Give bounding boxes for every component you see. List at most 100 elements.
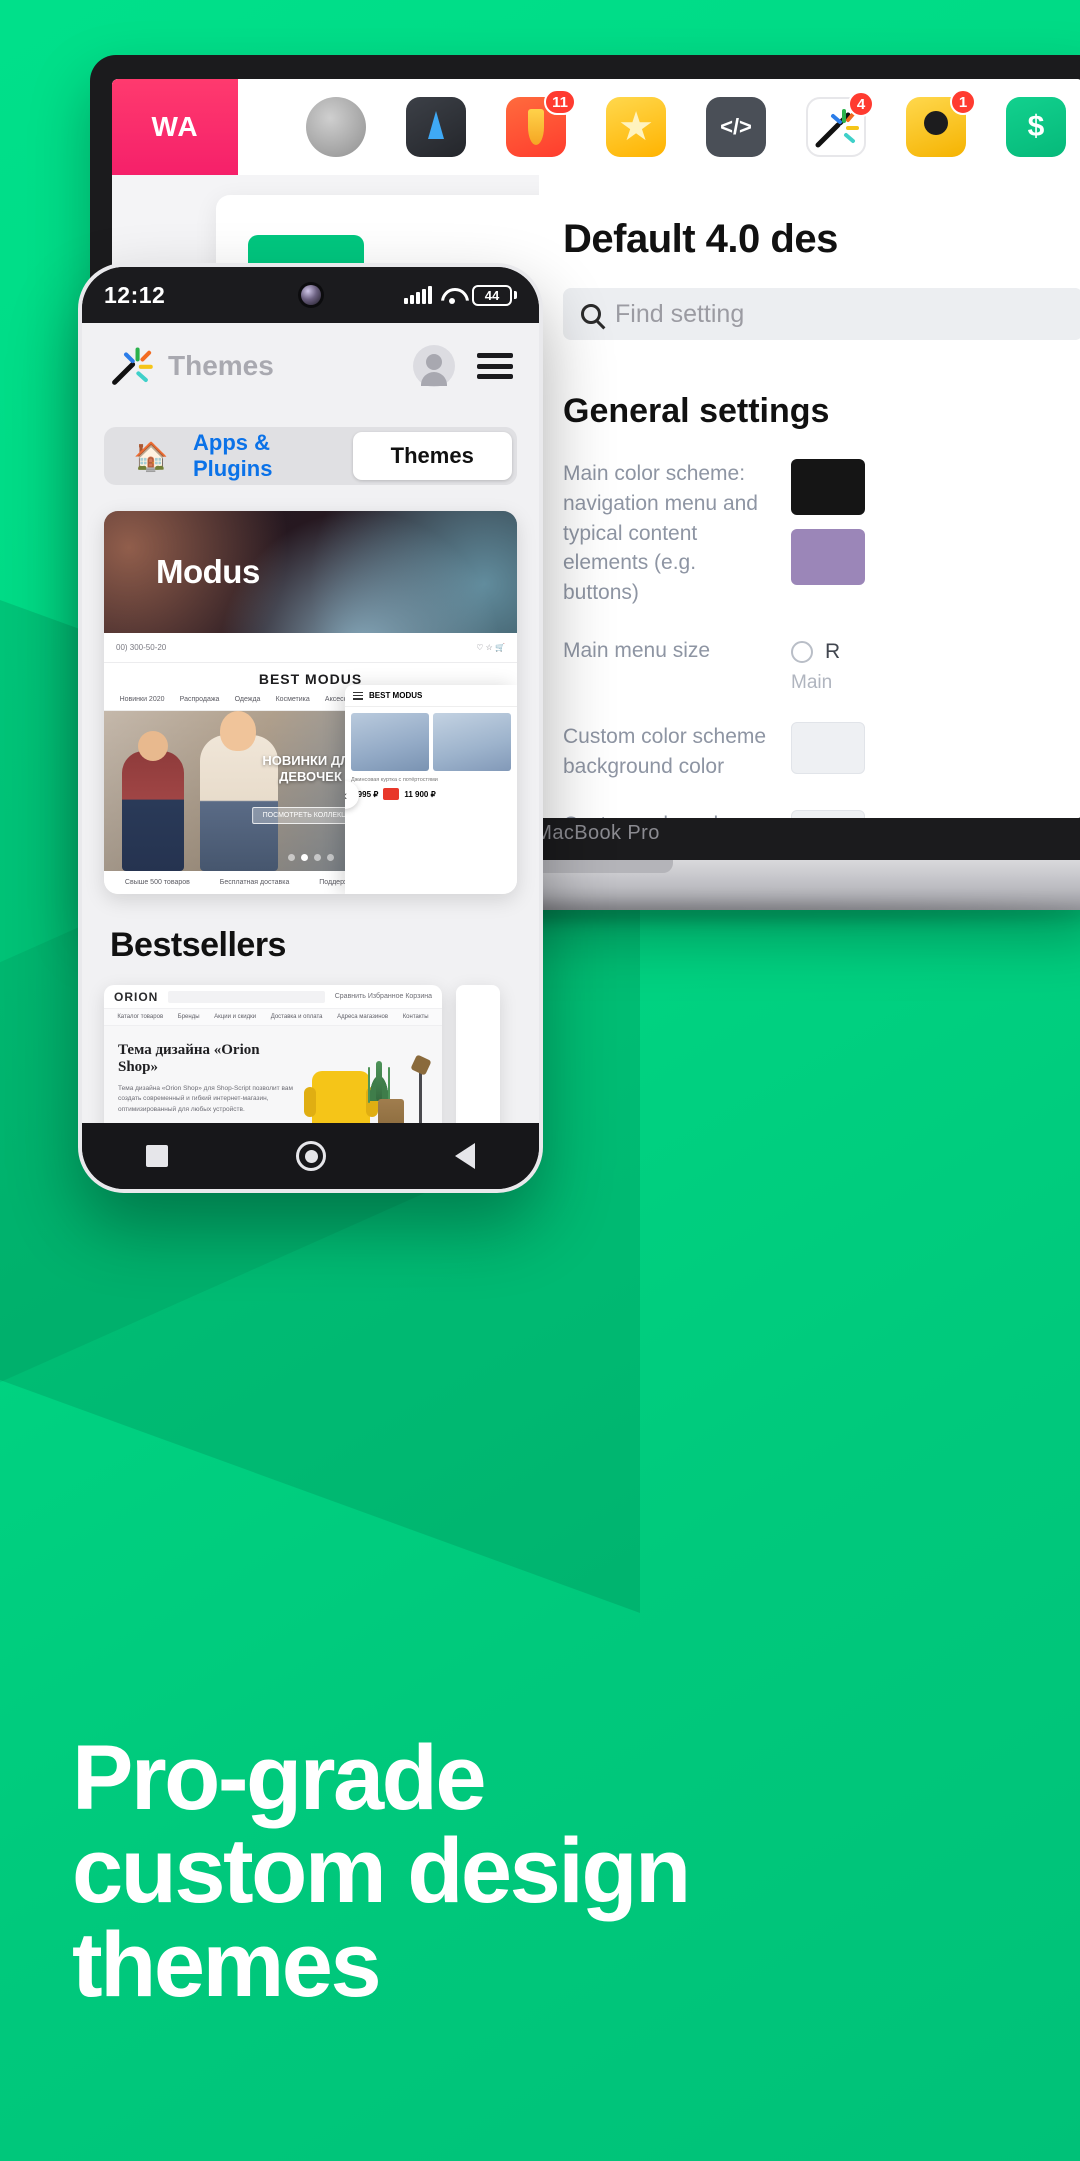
orion-nav-item[interactable]: Доставка и оплата bbox=[271, 1014, 323, 1020]
dollar-icon[interactable]: $ bbox=[1006, 97, 1066, 157]
phone-mockup: 12:12 44 Themes 🏠 Apps & Plugins Themes … bbox=[78, 263, 543, 1193]
tab-apps-plugins[interactable]: Apps & Plugins bbox=[193, 430, 353, 481]
shop-top-icons: ♡ ☆ 🛒 bbox=[476, 643, 505, 652]
magic-wand-icon-badge: 4 bbox=[848, 91, 874, 117]
status-icon-group: 44 bbox=[404, 284, 517, 306]
setting-row-main-color-scheme: Main color scheme: navigation menu and t… bbox=[563, 459, 1080, 608]
hamburger-menu-icon[interactable] bbox=[477, 353, 513, 379]
orion-topbar-links: Сравнить Избранное Корзина bbox=[335, 993, 432, 1000]
orion-hero-text: Тема дизайна «Orion Shop» Тема дизайна «… bbox=[118, 1042, 300, 1123]
cart-icon[interactable] bbox=[383, 788, 400, 801]
overlay-product-image[interactable] bbox=[351, 713, 429, 771]
shop-phone: 00) 300-50-20 bbox=[116, 643, 167, 652]
wifi-icon bbox=[441, 286, 463, 304]
setting-label: Custom color scheme background color bbox=[563, 725, 767, 778]
orion-link-compare[interactable]: Сравнить bbox=[335, 993, 366, 1000]
find-setting-placeholder: Find setting bbox=[615, 299, 745, 328]
star-icon[interactable] bbox=[606, 97, 666, 157]
app-icon-list: 11 </> 4 1 bbox=[238, 89, 1066, 157]
orion-topbar: ORION Сравнить Избранное Корзина bbox=[104, 985, 442, 1009]
magic-wand-icon bbox=[108, 343, 154, 389]
theme-overlay-card: BEST MODUS Джинсовая куртка с потёртостя… bbox=[345, 685, 517, 894]
setting-row-custom-text-color: Custom color scheme text color bbox=[563, 809, 1080, 818]
magic-wand-icon[interactable]: 4 bbox=[806, 91, 874, 157]
phone-status-bar: 12:12 44 bbox=[82, 267, 539, 323]
setting-label: Main color scheme: navigation menu and t… bbox=[563, 462, 758, 605]
code-icon[interactable]: </> bbox=[706, 97, 766, 157]
gear-icon[interactable] bbox=[306, 97, 366, 157]
app-header: Themes bbox=[82, 323, 539, 409]
orion-nav-item[interactable]: Акции и скидки bbox=[214, 1014, 256, 1020]
drill-icon[interactable]: 11 bbox=[506, 89, 576, 157]
hexagon-icon-badge: 1 bbox=[950, 89, 976, 115]
orion-nav: Каталог товаров Бренды Акции и скидки До… bbox=[104, 1009, 442, 1026]
laptop-base-notch bbox=[522, 860, 673, 873]
theme-card-orion[interactable]: ORION Сравнить Избранное Корзина Каталог… bbox=[104, 985, 442, 1123]
banner-carousel-dots[interactable] bbox=[287, 854, 334, 861]
orion-nav-item[interactable]: Бренды bbox=[178, 1014, 200, 1020]
front-camera-icon bbox=[300, 285, 321, 305]
status-time: 12:12 bbox=[104, 281, 166, 308]
orion-link-cart[interactable]: Корзина bbox=[405, 993, 432, 1000]
shop-nav-item[interactable]: Одежда bbox=[235, 696, 261, 703]
shop-topline: 00) 300-50-20 ♡ ☆ 🛒 bbox=[104, 633, 517, 663]
marketing-headline: Pro-grade custom design themes bbox=[72, 1726, 972, 2017]
tab-home[interactable]: 🏠 bbox=[109, 432, 193, 480]
theme-card-next[interactable] bbox=[456, 985, 500, 1123]
orion-hero-title: Тема дизайна «Orion Shop» bbox=[118, 1042, 260, 1075]
general-settings-heading: General settings bbox=[563, 392, 830, 430]
setting-row-custom-bg-color: Custom color scheme background color bbox=[563, 722, 1080, 782]
circle-home-icon[interactable] bbox=[296, 1141, 327, 1171]
overlay-product-image[interactable] bbox=[433, 713, 511, 771]
orion-hero-description: Тема дизайна «Orion Shop» для Shop-Scrip… bbox=[118, 1085, 293, 1113]
shop-feature: Свыше 500 товаров bbox=[124, 879, 190, 886]
custom-text-color-swatch[interactable] bbox=[791, 809, 865, 818]
phone-navigation-bar bbox=[82, 1123, 539, 1189]
find-setting-input[interactable]: Find setting bbox=[563, 288, 1080, 340]
custom-bg-color-swatch[interactable] bbox=[791, 722, 865, 775]
overlay-product-price: 3 995 ₽ 11 900 ₽ bbox=[345, 784, 517, 804]
settings-panel: Default 4.0 des Find setting General set… bbox=[539, 175, 1080, 818]
overlay-product-title: Джинсовая куртка с потёртостями bbox=[351, 777, 438, 783]
main-menu-size-hint: Main bbox=[791, 672, 833, 694]
orion-search-input[interactable] bbox=[168, 990, 325, 1003]
shop-nav-item[interactable]: Косметика bbox=[276, 696, 310, 703]
account-avatar-icon[interactable] bbox=[413, 345, 455, 387]
overlay-title: BEST MODUS bbox=[369, 691, 423, 700]
theme-title: Modus bbox=[156, 553, 260, 590]
shop-nav-item[interactable]: Распродажа bbox=[180, 696, 220, 703]
color-swatch-primary[interactable] bbox=[791, 459, 865, 515]
overlay-product-grid bbox=[345, 707, 517, 777]
model-photo-left bbox=[122, 731, 184, 871]
headline-line-1: Pro-grade bbox=[72, 1726, 487, 1829]
settings-title: Default 4.0 des bbox=[563, 217, 838, 261]
theme-card-modus[interactable]: Modus 00) 300-50-20 ♡ ☆ 🛒 BEST MODUS Нов… bbox=[104, 511, 517, 894]
headline-line-3: themes bbox=[72, 1914, 382, 2017]
radio-option[interactable]: R bbox=[791, 640, 840, 664]
color-swatch-group bbox=[791, 459, 865, 585]
orion-nav-item[interactable]: Каталог товаров bbox=[117, 1014, 163, 1020]
shop-nav-item[interactable]: Новинки 2020 bbox=[120, 696, 165, 703]
color-swatch-secondary[interactable] bbox=[791, 529, 865, 585]
price-secondary: 11 900 ₽ bbox=[404, 789, 436, 799]
orion-nav-item[interactable]: Адреса магазинов bbox=[337, 1014, 388, 1020]
compass-icon[interactable] bbox=[406, 97, 466, 157]
square-recents-icon[interactable] bbox=[146, 1145, 169, 1167]
orion-link-favorites[interactable]: Избранное bbox=[368, 993, 403, 1000]
bestsellers-row: ORION Сравнить Избранное Корзина Каталог… bbox=[82, 985, 539, 1123]
hexagon-icon[interactable]: 1 bbox=[906, 89, 976, 157]
main-menu-size-options: R Main bbox=[791, 636, 840, 694]
setting-row-main-menu-size: Main menu size R Main bbox=[563, 636, 1080, 694]
tab-themes[interactable]: Themes bbox=[352, 432, 512, 480]
battery-icon: 44 bbox=[472, 284, 517, 306]
app-title: Themes bbox=[168, 350, 274, 381]
app-brand: Themes bbox=[108, 343, 274, 389]
wa-logo[interactable]: WA bbox=[112, 79, 238, 175]
overlay-header: BEST MODUS bbox=[345, 685, 517, 707]
header-actions bbox=[413, 345, 513, 387]
triangle-back-icon[interactable] bbox=[454, 1143, 475, 1169]
search-icon bbox=[581, 304, 601, 324]
orion-nav-item[interactable]: Контакты bbox=[403, 1014, 429, 1020]
hamburger-menu-icon[interactable] bbox=[353, 691, 363, 700]
drill-icon-badge: 11 bbox=[544, 89, 576, 115]
